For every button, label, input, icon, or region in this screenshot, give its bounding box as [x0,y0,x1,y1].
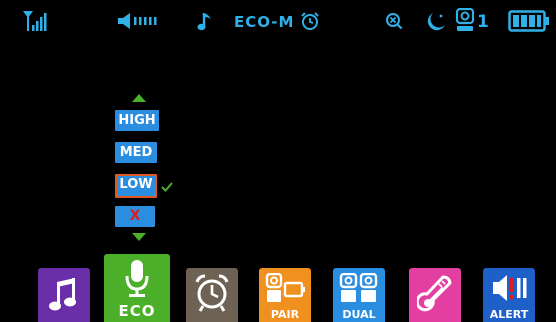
bottom-menu-bar: ECO PAIR DUAL ALERT [0,254,556,322]
microphone-icon [125,260,149,297]
battery-icon [508,10,549,32]
alert-tile[interactable]: ALERT [483,268,535,322]
camera-number: 1 [477,12,489,32]
dual-tile[interactable]: DUAL [333,268,385,322]
music-notes-icon [49,278,76,311]
volume-icon [118,13,157,29]
pair-tile[interactable]: PAIR [259,268,311,322]
checkmark-icon [161,182,173,192]
option-off[interactable]: X [115,206,155,227]
temperature-tile[interactable] [409,268,461,322]
vox-icon [386,13,403,30]
thermometer-icon [417,275,452,312]
option-med[interactable]: MED [115,142,157,163]
signal-icon [23,11,47,31]
eco-tile-label: ECO [118,302,156,320]
scroll-down-arrow-icon[interactable] [132,233,146,241]
dual-tile-label: DUAL [342,308,376,321]
pair-camera-icon [265,273,305,302]
alarm-tile[interactable] [186,268,238,322]
pair-tile-label: PAIR [270,308,300,321]
music-tile[interactable] [38,268,90,322]
alarm-clock-icon [301,12,319,30]
option-low[interactable]: LOW [115,174,157,198]
alarm-clock-tile-icon [195,274,229,312]
eco-tile[interactable]: ECO [104,254,170,322]
status-bar: ECO-M 1 [0,0,556,44]
option-high[interactable]: HIGH [115,110,159,131]
camera-icon [455,8,475,31]
dual-camera-icon [339,273,378,302]
night-mode-icon [427,13,445,31]
eco-mode-label: ECO-M [234,13,295,31]
alert-speaker-icon [493,275,527,301]
alert-tile-label: ALERT [489,308,529,321]
music-note-icon [197,13,211,31]
scroll-up-arrow-icon[interactable] [132,94,146,102]
